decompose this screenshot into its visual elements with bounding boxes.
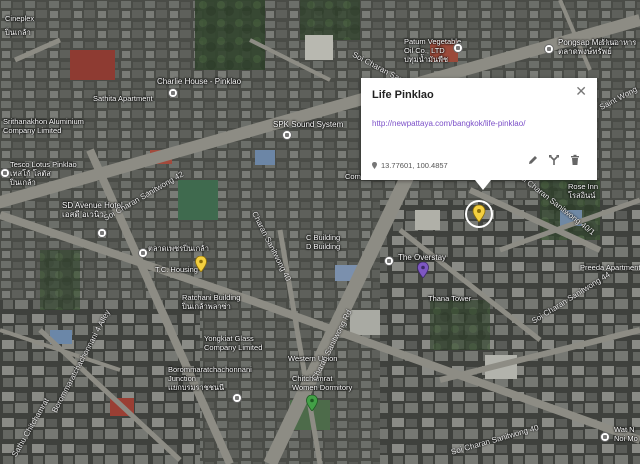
info-window-toolbar: [527, 154, 581, 166]
market-icon[interactable]: [544, 44, 554, 54]
place-label: ตลาดเพชรปิ่นเกล้า: [148, 244, 209, 253]
edit-icon[interactable]: [527, 154, 539, 166]
place-label: Ratchani Building ปิ่นเกล้าพลาซ่า: [182, 293, 241, 311]
marker-tc-housing[interactable]: [195, 255, 207, 277]
transit-icon[interactable]: [232, 393, 242, 403]
place-label: Thana Tower: [428, 294, 472, 303]
route-icon[interactable]: [548, 154, 560, 166]
place-label: Preeda Apartment: [580, 263, 640, 272]
close-icon[interactable]: ✕: [575, 83, 587, 100]
place-label: The Overstay: [398, 253, 447, 262]
lodging-icon[interactable]: [168, 88, 178, 98]
marker-the-overstay[interactable]: [417, 261, 429, 283]
marker-chitchamrat[interactable]: [306, 394, 318, 416]
place-label: Chitchamrat Women Dormitory: [292, 374, 353, 392]
shop-icon[interactable]: [282, 130, 292, 140]
place-label: Cineplex: [5, 14, 35, 23]
place-label: ปิ่นเกล้า: [5, 28, 31, 37]
location-pin-icon: [372, 162, 377, 169]
info-window: Life Pinklao ✕ http://newpattaya.com/ban…: [361, 78, 597, 190]
delete-icon[interactable]: [569, 154, 581, 166]
market-icon[interactable]: [138, 248, 148, 258]
place-label: Borommaratchachonnani Junction แยกบรมราช…: [168, 365, 252, 392]
place-label: Charlie House - Pinklao: [157, 77, 242, 86]
lodging-icon[interactable]: [97, 228, 107, 238]
selected-marker-life-pinklao[interactable]: [464, 199, 494, 234]
place-label: Yongkiat Glass Company Limited: [204, 334, 263, 352]
satellite-map[interactable]: [0, 0, 640, 464]
place-label: Sathita Apartment: [93, 94, 153, 103]
coordinates-text: 13.77601, 100.4857: [381, 161, 448, 170]
place-label: T.C. Housing: [155, 265, 198, 274]
place-label: SPK Sound System: [273, 120, 344, 129]
place-label: Rose Inn โรสอินน์: [568, 182, 599, 200]
temple-icon[interactable]: [600, 432, 610, 442]
shopping-icon[interactable]: [0, 168, 10, 178]
place-label: Tesco Lotus Pinklao เทสโก้ โลตัส ปิ่นเกล…: [10, 160, 77, 187]
info-window-link[interactable]: http://newpattaya.com/bangkok/life-pinkl…: [372, 119, 525, 128]
place-label: ร้านอาหาร: [601, 38, 637, 47]
info-window-coordinates: 13.77601, 100.4857: [372, 161, 448, 170]
place-label: C Building D Building: [306, 233, 341, 251]
place-label: Wat N Noi Mo: [614, 425, 638, 443]
place-label: Patum Vegetable Oil Co., LTD ปทุมน้ำมันพ…: [404, 37, 462, 64]
info-window-title: Life Pinklao: [372, 89, 434, 101]
lodging-icon[interactable]: [384, 256, 394, 266]
place-label: Srithanakhon Aluminium Company Limited: [3, 117, 84, 135]
store-icon[interactable]: [453, 43, 463, 53]
